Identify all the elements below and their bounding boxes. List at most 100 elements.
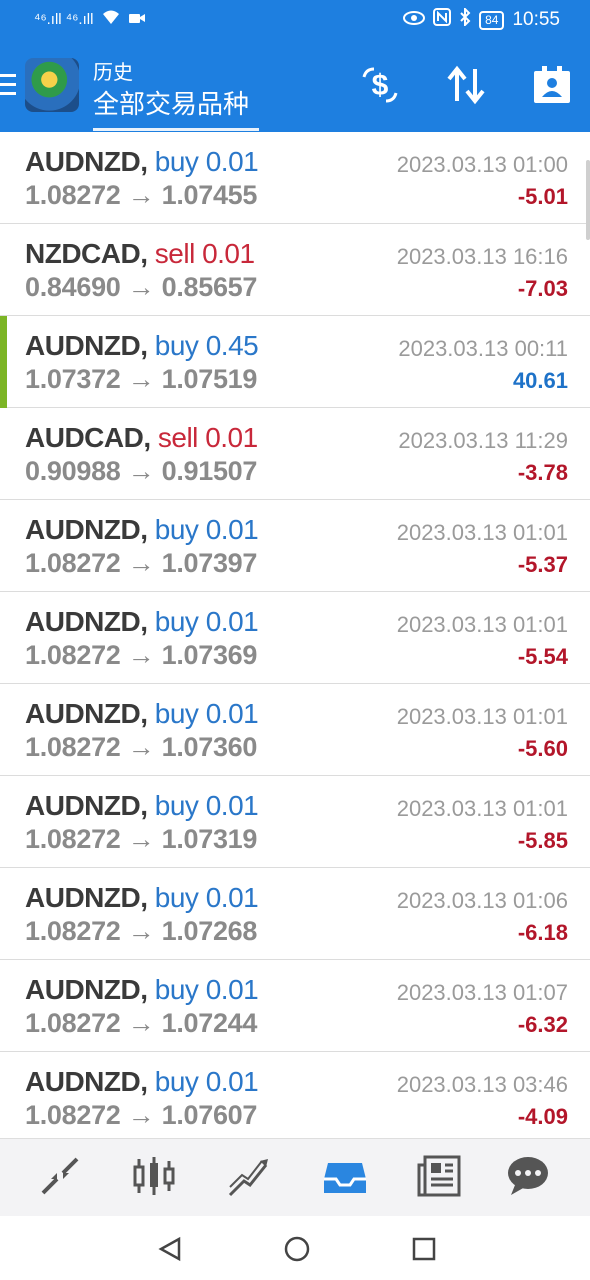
trade-profit: -5.85 <box>517 828 568 853</box>
open-price: 1.08272 <box>25 180 121 210</box>
open-price: 1.08272 <box>25 1100 121 1130</box>
trade-time: 2023.03.13 01:01 <box>396 520 568 545</box>
trade-symbol: AUDNZD, buy 0.45 <box>25 330 259 362</box>
symbol-name: AUDNZD, <box>25 1066 148 1097</box>
app-bar: 历史 全部交易品种 $ <box>0 44 590 132</box>
top-bar: ⁴⁶.ıll ⁴⁶.ıll 84 10:55 历史 全部交易品种 $ <box>0 0 590 132</box>
page-subtitle: 历史 <box>93 60 133 84</box>
trade-row[interactable]: AUDNZD, buy 0.01 1.08272 → 1.07397 2023.03… <box>0 500 590 592</box>
trade-side: buy <box>154 1066 199 1097</box>
trade-prices: 1.08272 → 1.07397 <box>25 548 257 579</box>
trade-prices: 1.08272 → 1.07268 <box>25 916 257 947</box>
bottom-navigation <box>0 1138 590 1216</box>
trade-side: buy <box>154 698 199 729</box>
trade-volume: 0.01 <box>205 146 259 177</box>
close-price: 1.07319 <box>161 824 258 854</box>
currency-exchange-icon[interactable]: $ <box>355 60 405 110</box>
trade-profit: -5.01 <box>517 184 568 209</box>
nfc-icon <box>433 8 452 32</box>
trade-prices: 1.07372 → 1.07519 <box>25 364 257 395</box>
close-price: 1.07244 <box>161 1008 258 1038</box>
svg-text:$: $ <box>372 69 389 102</box>
trade-row[interactable]: AUDNZD, buy 0.01 1.08272 → 1.07607 2023.03… <box>0 1052 590 1138</box>
trade-prices: 1.08272 → 1.07319 <box>25 824 257 855</box>
close-price: 1.07455 <box>161 180 258 210</box>
trade-profit: -7.03 <box>517 276 568 301</box>
status-right: 84 10:55 <box>403 6 560 32</box>
trade-icon[interactable] <box>224 1151 274 1201</box>
menu-icon[interactable] <box>0 74 16 98</box>
news-icon[interactable] <box>415 1151 465 1201</box>
trade-side: buy <box>154 146 199 177</box>
trade-symbol: AUDNZD, buy 0.01 <box>25 1066 259 1098</box>
close-price: 1.07268 <box>161 916 258 946</box>
trade-history-list[interactable]: AUDNZD, buy 0.01 1.08272 → 1.07455 2023.03… <box>0 132 590 1138</box>
quotes-icon[interactable] <box>35 1151 85 1201</box>
trade-prices: 1.08272 → 1.07244 <box>25 1008 257 1039</box>
symbol-filter-title[interactable]: 全部交易品种 <box>93 84 249 121</box>
signal-label: ⁴⁶.ıll ⁴⁶.ıll <box>34 10 94 28</box>
home-icon[interactable] <box>282 1234 312 1264</box>
trade-volume: 0.01 <box>205 422 258 453</box>
status-bar: ⁴⁶.ıll ⁴⁶.ıll 84 10:55 <box>0 0 590 38</box>
battery-indicator: 84 <box>479 10 505 30</box>
chat-icon[interactable] <box>503 1151 553 1201</box>
trade-row[interactable]: AUDNZD, buy 0.45 1.07372 → 1.07519 2023.03… <box>0 316 590 408</box>
open-price: 1.08272 <box>25 640 121 670</box>
trade-side: buy <box>154 882 199 913</box>
trade-row[interactable]: AUDNZD, buy 0.01 1.08272 → 1.07360 2023.03… <box>0 684 590 776</box>
close-price: 0.91507 <box>161 456 258 486</box>
trade-symbol: AUDCAD, sell 0.01 <box>25 422 258 454</box>
trade-time: 2023.03.13 01:07 <box>396 980 568 1005</box>
trade-row[interactable]: AUDNZD, buy 0.01 1.08272 → 1.07369 2023.03… <box>0 592 590 684</box>
arrow-right-icon: → <box>127 1008 155 1038</box>
symbol-name: AUDNZD, <box>25 974 148 1005</box>
recents-icon[interactable] <box>409 1234 439 1264</box>
trade-prices: 1.08272 → 1.07455 <box>25 180 257 211</box>
close-price: 1.07397 <box>161 548 258 578</box>
sort-icon[interactable] <box>441 60 491 110</box>
trade-time: 2023.03.13 01:01 <box>396 612 568 637</box>
contact-card-icon[interactable] <box>527 60 577 110</box>
trade-volume: 0.01 <box>205 790 259 821</box>
trade-prices: 1.08272 → 1.07607 <box>25 1100 257 1131</box>
trade-row[interactable]: NZDCAD, sell 0.01 0.84690 → 0.85657 2023.0… <box>0 224 590 316</box>
trade-side: buy <box>154 514 199 545</box>
arrow-right-icon: → <box>127 916 155 946</box>
open-price: 0.84690 <box>25 272 121 302</box>
trade-symbol: AUDNZD, buy 0.01 <box>25 606 259 638</box>
trade-profit: -6.32 <box>517 1012 568 1037</box>
trade-time: 2023.03.13 01:06 <box>396 888 568 913</box>
trade-profit: -4.09 <box>517 1104 568 1129</box>
selected-accent <box>0 316 7 408</box>
trade-profit: -5.37 <box>517 552 568 577</box>
trade-volume: 0.01 <box>205 974 259 1005</box>
trade-row[interactable]: AUDCAD, sell 0.01 0.90988 → 0.91507 2023.0… <box>0 408 590 500</box>
trade-row[interactable]: AUDNZD, buy 0.01 1.08272 → 1.07455 2023.03… <box>0 132 590 224</box>
eye-icon <box>403 9 426 31</box>
app-logo <box>25 58 79 112</box>
wifi-icon <box>101 9 121 29</box>
arrow-right-icon: → <box>127 272 155 302</box>
close-price: 1.07607 <box>161 1100 258 1130</box>
arrow-right-icon: → <box>127 180 155 210</box>
trade-symbol: AUDNZD, buy 0.01 <box>25 974 259 1006</box>
trade-row[interactable]: AUDNZD, buy 0.01 1.08272 → 1.07268 2023.03… <box>0 868 590 960</box>
arrow-right-icon: → <box>127 364 155 394</box>
trade-time: 2023.03.13 11:29 <box>398 428 568 453</box>
history-icon[interactable] <box>320 1151 370 1201</box>
system-navigation <box>0 1216 590 1280</box>
back-icon[interactable] <box>155 1234 185 1264</box>
trade-symbol: NZDCAD, sell 0.01 <box>25 238 255 270</box>
symbol-name: AUDNZD, <box>25 882 148 913</box>
trade-volume: 0.01 <box>205 882 259 913</box>
scrollbar[interactable] <box>586 160 590 240</box>
title-underline <box>93 128 259 131</box>
trade-row[interactable]: AUDNZD, buy 0.01 1.08272 → 1.07244 2023.03… <box>0 960 590 1052</box>
open-price: 1.08272 <box>25 824 121 854</box>
trade-symbol: AUDNZD, buy 0.01 <box>25 882 259 914</box>
trade-side: buy <box>154 790 199 821</box>
trade-row[interactable]: AUDNZD, buy 0.01 1.08272 → 1.07319 2023.03… <box>0 776 590 868</box>
chart-icon[interactable] <box>129 1151 179 1201</box>
trade-time: 2023.03.13 16:16 <box>396 244 568 269</box>
